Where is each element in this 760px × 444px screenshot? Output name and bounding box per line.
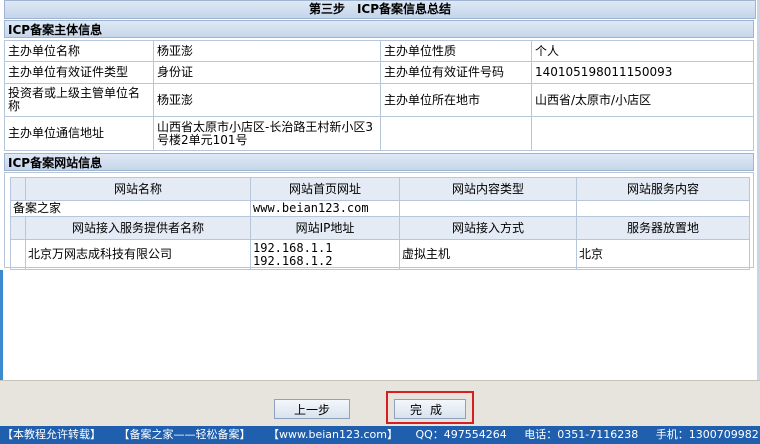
value-cell: 个人 — [531, 40, 754, 62]
site-url-cell: www.beian123.com — [250, 200, 400, 217]
table-header-row: 网站名称 网站首页网址 网站内容类型 网站服务内容 — [10, 177, 750, 201]
table-header-row: 网站接入服务提供者名称 网站IP地址 网站接入方式 服务器放置地 — [10, 216, 750, 240]
column-header: 服务器放置地 — [576, 216, 750, 240]
column-header: 网站首页网址 — [250, 177, 400, 201]
spacer-cell — [10, 239, 26, 270]
label-cell: 主办单位有效证件号码 — [380, 61, 532, 84]
left-edge — [0, 270, 3, 380]
table-row: 备案之家 www.beian123.com — [10, 200, 750, 217]
label-cell: 主办单位有效证件类型 — [4, 61, 154, 84]
value-cell: 140105198011150093 — [531, 61, 754, 84]
value-cell: 山西省太原市小店区-长治路王村新小区3号楼2单元101号 — [153, 116, 381, 151]
website-section-title: ICP备案网站信息 — [4, 153, 754, 171]
subject-info-table: 主办单位名称 杨亚澎 主办单位性质 个人 主办单位有效证件类型 身份证 主办单位… — [4, 40, 754, 151]
label-cell: 投资者或上级主管单位名称 — [4, 83, 154, 117]
ip-cell: 192.168.1.1 192.168.1.2 — [250, 239, 400, 270]
table-row: 投资者或上级主管单位名称 杨亚澎 主办单位所在地市 山西省/太原市/小店区 — [4, 83, 754, 117]
value-cell — [531, 116, 754, 151]
spacer-cell — [10, 216, 26, 240]
spacer-cell — [10, 177, 26, 201]
step-title: 第三步 ICP备案信息总结 — [4, 0, 756, 19]
footer-item: QQ：497554264 — [415, 428, 507, 441]
table-row: 北京万网志成科技有限公司 192.168.1.1 192.168.1.2 虚拟主… — [10, 239, 750, 270]
label-cell: 主办单位性质 — [380, 40, 532, 62]
table-row: 主办单位有效证件类型 身份证 主办单位有效证件号码 14010519801115… — [4, 61, 754, 84]
value-cell: 杨亚澎 — [153, 83, 381, 117]
prev-button[interactable]: 上一步 — [274, 399, 350, 419]
value-cell: 身份证 — [153, 61, 381, 84]
footer-item[interactable]: 【www.beian123.com】 — [268, 428, 398, 441]
provider-cell: 北京万网志成科技有限公司 — [25, 239, 251, 270]
label-cell — [380, 116, 532, 151]
column-header: 网站接入方式 — [399, 216, 577, 240]
label-cell: 主办单位所在地市 — [380, 83, 532, 117]
label-cell: 主办单位通信地址 — [4, 116, 154, 151]
access-cell: 虚拟主机 — [399, 239, 577, 270]
footer-item: 【本教程允许转载】 — [2, 428, 101, 441]
wizard-window: 第三步 ICP备案信息总结 ICP备案主体信息 主办单位名称 杨亚澎 主办单位性… — [0, 0, 760, 444]
website-info-box: 网站名称 网站首页网址 网站内容类型 网站服务内容 备案之家 www.beian… — [4, 172, 754, 270]
footer-bar: 【本教程允许转载】 【备案之家——轻松备案】 【www.beian123.com… — [0, 426, 760, 444]
label-cell: 主办单位名称 — [4, 40, 154, 62]
content-type-cell — [399, 200, 577, 217]
site-name-cell: 备案之家 — [10, 200, 251, 217]
value-cell: 杨亚澎 — [153, 40, 381, 62]
value-cell: 山西省/太原市/小店区 — [531, 83, 754, 117]
done-highlight-box: 完成 — [386, 391, 474, 424]
footer-item: 【备案之家——轻松备案】 — [118, 428, 251, 441]
footer-item: 手机：13007099821 — [655, 428, 760, 441]
footer-item: 电话：0351-7116238 — [524, 428, 639, 441]
location-cell: 北京 — [576, 239, 750, 270]
table-row: 主办单位名称 杨亚澎 主办单位性质 个人 — [4, 40, 754, 62]
column-header: 网站接入服务提供者名称 — [25, 216, 251, 240]
service-cell — [576, 200, 750, 217]
column-header: 网站内容类型 — [399, 177, 577, 201]
website-info-table: 网站名称 网站首页网址 网站内容类型 网站服务内容 备案之家 www.beian… — [10, 177, 750, 270]
done-button[interactable]: 完成 — [394, 399, 466, 419]
column-header: 网站名称 — [25, 177, 251, 201]
table-row: 主办单位通信地址 山西省太原市小店区-长治路王村新小区3号楼2单元101号 — [4, 116, 754, 151]
column-header: 网站服务内容 — [576, 177, 750, 201]
button-bar: 上一步 完成 — [0, 380, 760, 427]
column-header: 网站IP地址 — [250, 216, 400, 240]
subject-section-title: ICP备案主体信息 — [4, 20, 754, 38]
ip-address: 192.168.1.1 — [253, 240, 333, 255]
ip-address: 192.168.1.2 — [253, 253, 333, 268]
